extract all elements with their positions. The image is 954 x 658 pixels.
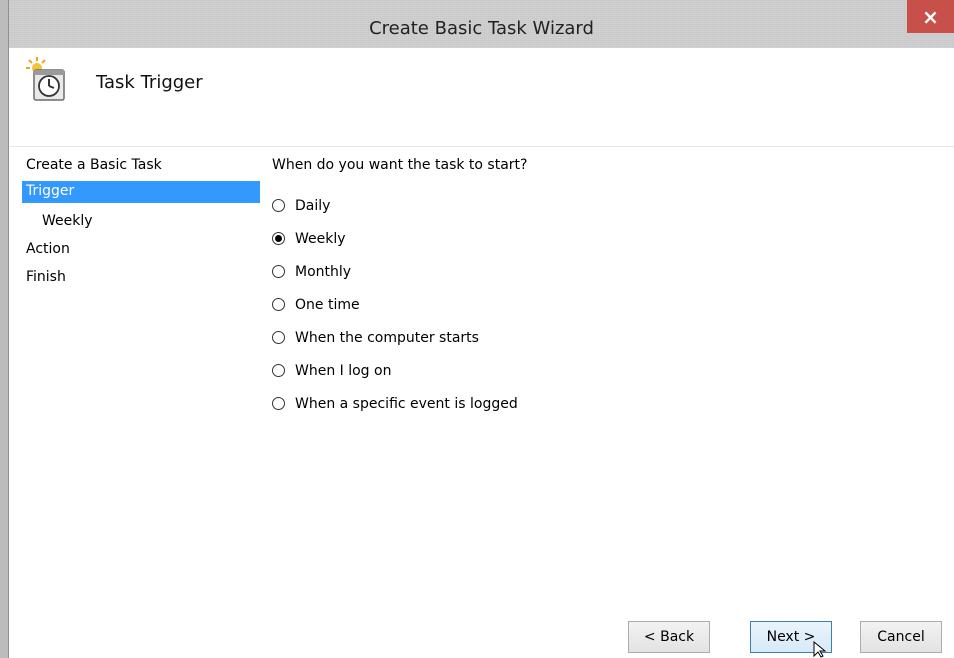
option-label: Weekly	[295, 230, 346, 247]
option-event-logged[interactable]: When a specific event is logged	[272, 387, 518, 420]
radio-computer-starts[interactable]	[272, 331, 285, 344]
step-weekly: Weekly	[42, 213, 93, 229]
option-computer-starts[interactable]: When the computer starts	[272, 321, 518, 354]
radio-one-time[interactable]	[272, 298, 285, 311]
option-label: When a specific event is logged	[295, 395, 518, 412]
back-button[interactable]: < Back	[628, 621, 710, 653]
title-bar[interactable]: Create Basic Task Wizard ×	[9, 0, 954, 48]
cancel-button[interactable]: Cancel	[860, 621, 942, 653]
step-create-basic-task: Create a Basic Task	[26, 157, 162, 173]
radio-log-on[interactable]	[272, 364, 285, 377]
radio-event-logged[interactable]	[272, 397, 285, 410]
option-log-on[interactable]: When I log on	[272, 354, 518, 387]
radio-daily[interactable]	[272, 199, 285, 212]
option-label: Monthly	[295, 263, 352, 280]
option-label: When the computer starts	[295, 329, 479, 346]
main-content: When do you want the task to start? Dail…	[260, 147, 954, 658]
step-action: Action	[26, 241, 70, 257]
option-label: One time	[295, 296, 360, 313]
step-finish: Finish	[26, 269, 66, 285]
window-left-border	[0, 0, 9, 658]
radio-weekly[interactable]	[272, 232, 285, 245]
radio-monthly[interactable]	[272, 265, 285, 278]
option-label: When I log on	[295, 362, 392, 379]
step-trigger: Trigger	[22, 181, 260, 203]
trigger-radio-group: Daily Weekly Monthly One time When the c…	[272, 189, 518, 420]
wizard-header: Task Trigger	[10, 48, 954, 146]
step-list: Create a Basic Task Trigger Weekly Actio…	[22, 153, 260, 293]
clock-icon	[26, 57, 65, 101]
option-daily[interactable]: Daily	[272, 189, 518, 222]
option-monthly[interactable]: Monthly	[272, 255, 518, 288]
option-one-time[interactable]: One time	[272, 288, 518, 321]
close-button[interactable]: ×	[907, 0, 954, 33]
trigger-question: When do you want the task to start?	[272, 157, 528, 173]
option-weekly[interactable]: Weekly	[272, 222, 518, 255]
mouse-cursor-icon	[813, 641, 827, 658]
close-icon: ×	[922, 4, 939, 29]
page-title: Task Trigger	[96, 72, 203, 93]
steps-panel: Create a Basic Task Trigger Weekly Actio…	[10, 147, 260, 658]
window-title: Create Basic Task Wizard	[369, 18, 594, 39]
option-label: Daily	[295, 197, 331, 214]
